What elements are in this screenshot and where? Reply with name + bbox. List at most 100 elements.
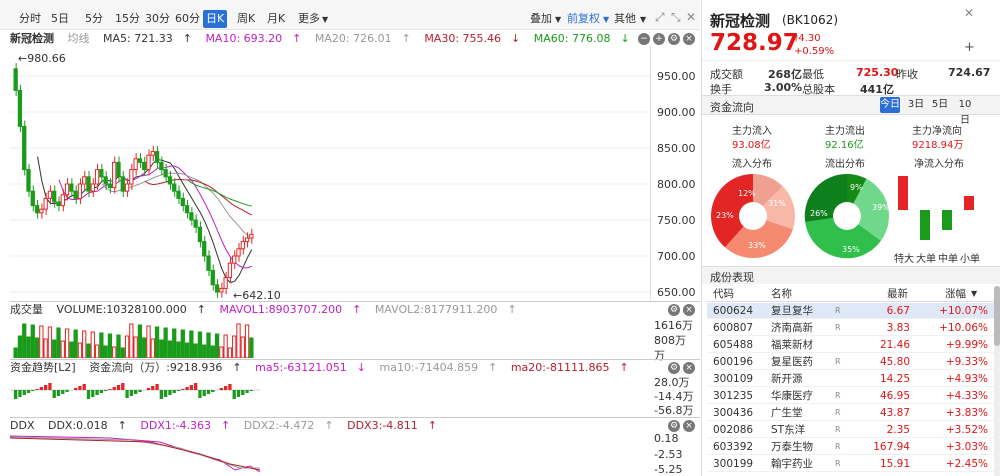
- ddx-close-icon[interactable]: ×: [683, 420, 695, 432]
- candle: [116, 156, 121, 183]
- table-row[interactable]: 301235 华康医疗 R 46.95 +4.33%: [707, 388, 994, 404]
- tab-week-k[interactable]: 周K: [234, 10, 258, 28]
- table-row[interactable]: 300109 新开源 14.25 +4.93%: [707, 371, 994, 387]
- other-chevron-icon[interactable]: ▼: [640, 15, 646, 24]
- net-bar-small: [964, 196, 974, 210]
- candle: [206, 250, 211, 277]
- tab-month-k[interactable]: 月K: [264, 10, 288, 28]
- stock-name: 翰宇药业: [771, 458, 813, 470]
- tab-60min[interactable]: 60分: [172, 10, 203, 28]
- net-bar-super-large: [898, 176, 908, 210]
- ddx3-value: DDX3:-4.811 ↑: [347, 419, 437, 432]
- tab-5day[interactable]: 5日: [48, 10, 72, 28]
- stock-code: 605488: [713, 339, 754, 351]
- table-row[interactable]: 600807 济南高新 R 3.83 +10.06%: [707, 320, 994, 336]
- overlay-menu[interactable]: 叠加: [530, 10, 552, 28]
- stock-price: 6.67: [886, 305, 910, 317]
- tab-day-k[interactable]: 日K: [203, 10, 228, 28]
- ddx1-value: DDX1:-4.363 ↑: [140, 419, 231, 432]
- stock-pct: +3.83%: [945, 407, 988, 419]
- svg-text:33%: 33%: [748, 241, 766, 250]
- tab-5min[interactable]: 5分: [82, 10, 106, 28]
- close-icon[interactable]: ✕: [686, 10, 696, 24]
- table-row[interactable]: 300436 广生堂 R 43.87 +3.83%: [707, 405, 994, 421]
- other-menu[interactable]: 其他: [614, 10, 636, 28]
- add-icon[interactable]: +: [653, 33, 665, 45]
- volume-settings-icon[interactable]: ⚙: [668, 304, 680, 316]
- capital-bar: [44, 385, 48, 390]
- capital-bar: [232, 390, 236, 399]
- r-badge: R: [835, 391, 841, 400]
- capital-bar: [104, 390, 108, 391]
- ytick: 700.00: [657, 250, 696, 263]
- volume-bar: [47, 326, 53, 358]
- table-row[interactable]: 300199 翰宇药业 R 15.91 +2.45%: [707, 456, 994, 472]
- settings-icon[interactable]: ⚙: [668, 33, 680, 45]
- candle: [244, 232, 250, 248]
- r-badge: R: [835, 408, 841, 417]
- capital-settings-icon[interactable]: ⚙: [668, 362, 680, 374]
- capital-bar: [146, 388, 151, 390]
- candle: [124, 178, 130, 197]
- capital-bar: [52, 390, 56, 398]
- stock-price: 2.35: [886, 424, 910, 436]
- candle: [30, 185, 35, 212]
- minimize-icon[interactable]: −: [638, 33, 650, 45]
- tab-30min[interactable]: 30分: [142, 10, 173, 28]
- candle: [159, 156, 164, 176]
- tab-fenshi[interactable]: 分时: [16, 10, 44, 28]
- capital-bar: [249, 390, 253, 391]
- adjust-chevron-icon[interactable]: ▼: [603, 15, 609, 24]
- stocks-scrollbar[interactable]: [994, 286, 1000, 476]
- overlay-chevron-icon[interactable]: ▼: [555, 15, 561, 24]
- r-badge: R: [835, 425, 841, 434]
- ma20-value: MA20: 726.01 ↑: [314, 32, 411, 45]
- volume-close-icon[interactable]: ×: [683, 304, 695, 316]
- table-row[interactable]: 600624 复旦复华 R 6.67 +10.07%: [707, 303, 994, 319]
- capital-bar: [22, 390, 26, 395]
- volume-bar: [39, 325, 44, 358]
- period-5d[interactable]: 5日: [930, 97, 950, 113]
- stock-code: 301235: [713, 390, 754, 402]
- capital-bar: [18, 390, 22, 397]
- period-10d[interactable]: 10日: [955, 97, 975, 126]
- adjust-menu[interactable]: 前复权: [567, 10, 600, 28]
- table-row[interactable]: 605488 福莱新材 21.46 +9.99%: [707, 337, 994, 353]
- capital-bar: [206, 390, 211, 394]
- candlestick-chart[interactable]: [10, 46, 650, 302]
- sort-desc-icon[interactable]: ▼: [971, 286, 977, 302]
- candle: [219, 282, 224, 298]
- capital-bar: [125, 390, 129, 398]
- ma-label[interactable]: 均线: [68, 32, 90, 45]
- stock-pct: +9.99%: [945, 339, 988, 351]
- table-row[interactable]: 002086 ST东洋 R 2.35 +3.52%: [707, 422, 994, 438]
- table-row[interactable]: 600196 复星医药 R 45.80 +9.33%: [707, 354, 994, 370]
- expand-left-icon[interactable]: ⤢: [655, 10, 665, 25]
- volume-bar: [129, 323, 134, 358]
- candle: [120, 171, 125, 197]
- period-3d[interactable]: 3日: [906, 97, 926, 113]
- stock-price: 46.95: [879, 390, 910, 402]
- tab-15min[interactable]: 15分: [112, 10, 143, 28]
- ddx-settings-icon[interactable]: ⚙: [668, 420, 680, 432]
- capital-bar: [168, 390, 172, 395]
- tab-more[interactable]: 更多: [295, 10, 323, 28]
- stock-name: 华康医疗: [771, 390, 813, 402]
- max-price-label: ←980.66: [18, 52, 66, 65]
- close-panel-icon[interactable]: ×: [683, 33, 695, 45]
- stock-code: 600624: [713, 305, 754, 317]
- capital-close-icon[interactable]: ×: [683, 362, 695, 374]
- period-today[interactable]: 今日: [880, 97, 900, 113]
- candle: [17, 84, 23, 133]
- volume-bar: [64, 328, 70, 358]
- add-watch-icon[interactable]: +: [964, 40, 975, 55]
- chart-name: 新冠检测: [10, 32, 54, 45]
- capital-bar: [219, 388, 223, 390]
- more-chevron-icon[interactable]: ▼: [322, 15, 328, 24]
- svg-text:12%: 12%: [738, 189, 756, 198]
- volume-bar: [120, 347, 125, 358]
- table-row[interactable]: 603392 万泰生物 R 167.94 +3.03%: [707, 439, 994, 455]
- capital-bar: [241, 390, 245, 395]
- panel-close-icon[interactable]: ✕: [964, 6, 974, 20]
- expand-icon[interactable]: ⤡: [671, 10, 681, 25]
